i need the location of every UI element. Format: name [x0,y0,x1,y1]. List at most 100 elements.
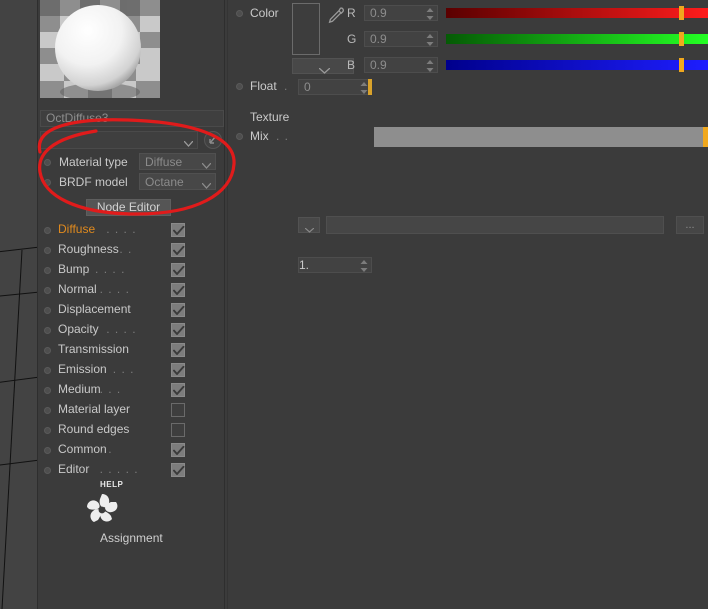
slider-handle[interactable] [679,32,685,46]
material-lock-button[interactable] [204,131,222,149]
texture-label: Texture [250,110,290,124]
channel-row-roughness[interactable]: Roughness. . [40,240,224,260]
brdf-model-row: BRDF model Octane [40,173,224,191]
octane-material-editor-window: OctDiffuse3 Material type Diffuse BRDF m… [0,0,708,609]
anim-dot-icon[interactable] [44,427,51,434]
brdf-model-value: Octane [145,175,184,189]
check-icon [173,266,185,275]
anim-dot-icon[interactable] [44,159,51,166]
check-icon [173,326,185,335]
anim-dot-icon[interactable] [44,387,51,394]
anim-dot-icon[interactable] [236,133,243,140]
channel-checkbox[interactable] [171,443,185,457]
anim-dot-icon[interactable] [44,347,51,354]
anim-dot-icon[interactable] [44,267,51,274]
texture-type-dropdown[interactable] [298,217,320,233]
channel-checkbox[interactable] [171,263,185,277]
material-preset-dropdown[interactable] [40,131,198,149]
channel-row-emission[interactable]: Emission . . . [40,360,224,380]
channel-row-material-layer[interactable]: Material layer [40,400,224,420]
check-icon [173,346,185,355]
anim-dot-icon[interactable] [44,307,51,314]
mix-slider-handle[interactable] [703,127,708,147]
color-label: Color [250,6,279,20]
channel-checkbox[interactable] [171,323,185,337]
anim-dot-icon[interactable] [44,467,51,474]
material-type-dropdown[interactable]: Diffuse [139,153,216,170]
slider-handle[interactable] [679,6,685,20]
stepper-arrows-icon[interactable] [360,260,368,275]
chevron-down-icon [201,178,212,192]
stepper-arrows-icon[interactable] [426,34,434,49]
channel-checkbox[interactable] [171,223,185,237]
anim-dot-icon[interactable] [44,447,51,454]
channel-row-opacity[interactable]: Opacity . . . . [40,320,224,340]
stepper-arrows-icon[interactable] [426,8,434,23]
channel-row-round-edges[interactable]: Round edges [40,420,224,440]
anim-dot-icon[interactable] [44,287,51,294]
channel-checkbox[interactable] [171,303,185,317]
channel-row-editor[interactable]: Editor . . . . . [40,460,224,480]
channel-row-normal[interactable]: Normal. . . . [40,280,224,300]
color-b-value: 0.9 [370,58,387,72]
channel-row-common[interactable]: Common. . [40,440,224,460]
float-slider-handle[interactable] [368,79,372,95]
channel-checkbox[interactable] [171,403,185,417]
anim-dot-icon[interactable] [236,10,243,17]
channel-checkbox[interactable] [171,463,185,477]
texture-browse-button[interactable]: ... [676,216,704,234]
material-type-value: Diffuse [145,155,183,169]
chevron-down-icon [304,222,315,236]
texture-path-field[interactable] [326,216,664,234]
chevron-down-icon [183,136,194,150]
channel-label: Bump [58,262,90,276]
channel-checkbox[interactable] [171,383,185,397]
anim-dot-icon[interactable] [44,227,51,234]
stepper-arrows-icon[interactable] [360,82,368,97]
anim-dot-icon[interactable] [44,327,51,334]
check-icon [173,286,185,295]
channel-label: Emission [58,362,107,376]
float-value-field[interactable]: 0 [298,79,372,95]
viewport-wireframe[interactable] [0,0,40,609]
anim-dot-icon[interactable] [44,367,51,374]
channel-row-medium[interactable]: Medium. . . [40,380,224,400]
channel-row-diffuse[interactable]: Diffuse . . . . [40,220,224,240]
check-icon [173,366,185,375]
anim-dot-icon[interactable] [44,407,51,414]
channel-row-displacement[interactable]: Displacement [40,300,224,320]
check-icon [173,446,185,455]
material-preview-thumbnail[interactable] [40,0,160,98]
color-b-slider[interactable] [446,58,708,72]
channel-row-bump[interactable]: Bump. . . . . [40,260,224,280]
slider-handle[interactable] [679,58,685,72]
channel-label: Displacement [58,302,131,316]
channel-label: Roughness [58,242,119,256]
channel-checkbox[interactable] [171,423,185,437]
anim-dot-icon[interactable] [44,247,51,254]
float-slider[interactable] [368,79,708,95]
color-b-field[interactable]: 0.9 [364,57,438,73]
channel-checkbox[interactable] [171,363,185,377]
brdf-model-dropdown[interactable]: Octane [139,173,216,190]
mix-slider[interactable] [374,127,708,147]
anim-dot-icon[interactable] [44,179,51,186]
mix-value-field[interactable]: 1. [298,257,372,273]
stepper-arrows-icon[interactable] [426,60,434,75]
mix-dots: . . [276,129,290,143]
channel-row-transmission[interactable]: Transmission [40,340,224,360]
color-swatch[interactable] [292,3,320,55]
eyedropper-icon[interactable] [327,6,345,27]
help-logo[interactable]: HELP [80,480,160,525]
color-g-field[interactable]: 0.9 [364,31,438,47]
channel-checkbox[interactable] [171,243,185,257]
material-name-field[interactable]: OctDiffuse3 [40,110,224,127]
anim-dot-icon[interactable] [236,83,243,90]
color-r-slider[interactable] [446,6,708,20]
color-mode-dropdown[interactable] [292,58,354,74]
channel-checkbox[interactable] [171,343,185,357]
node-editor-button[interactable]: Node Editor [86,199,171,216]
channel-checkbox[interactable] [171,283,185,297]
color-g-slider[interactable] [446,32,708,46]
color-r-field[interactable]: 0.9 [364,5,438,21]
